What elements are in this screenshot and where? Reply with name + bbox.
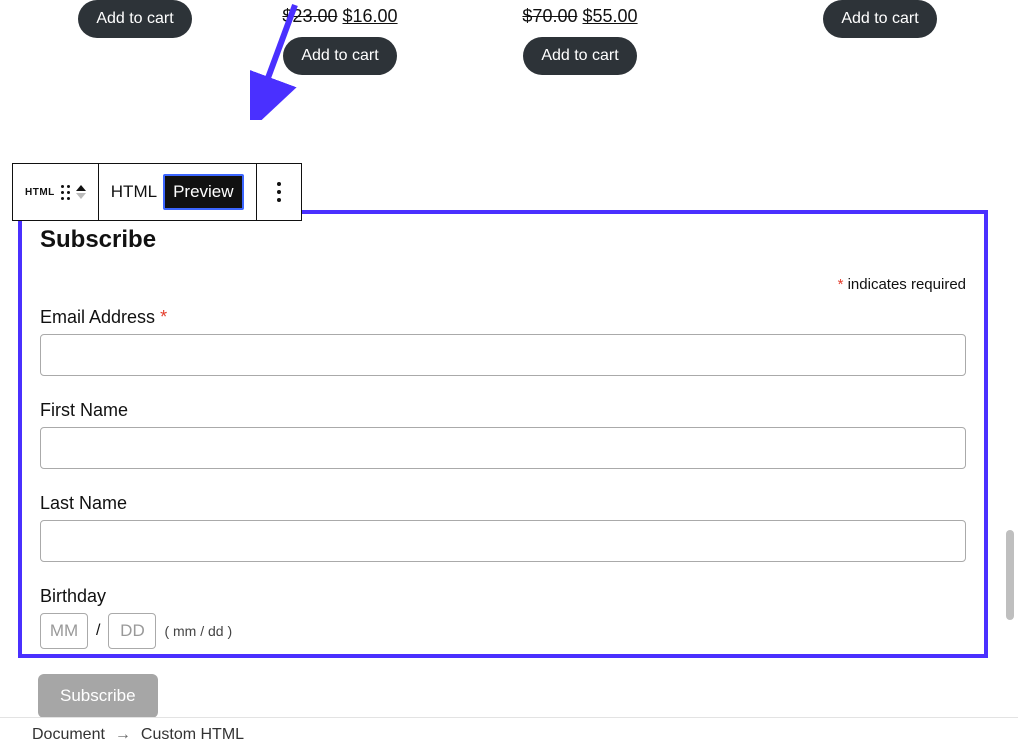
preview-tab[interactable]: Preview <box>163 174 243 210</box>
email-field[interactable] <box>40 334 966 376</box>
kebab-icon[interactable] <box>277 182 281 202</box>
block-toolbar: HTML HTML Preview <box>12 163 302 221</box>
price-new: $16.00 <box>343 6 398 26</box>
birthday-help: ( mm / dd ) <box>164 623 232 639</box>
indicates-required-text: indicates required <box>848 276 966 293</box>
last-name-field[interactable] <box>40 520 966 562</box>
add-to-cart-button[interactable]: Add to cart <box>78 0 191 38</box>
birthday-month-field[interactable] <box>40 613 88 649</box>
block-type-cell: HTML <box>13 164 99 220</box>
birthday-row: / ( mm / dd ) <box>40 613 966 649</box>
move-down-icon[interactable] <box>76 193 86 199</box>
price-old: $70.00 <box>522 6 577 26</box>
subscribe-button[interactable]: Subscribe <box>38 674 158 718</box>
indicates-required: * indicates required <box>40 276 966 293</box>
add-to-cart-button[interactable]: Add to cart <box>523 37 636 75</box>
vertical-scrollbar[interactable] <box>1004 0 1016 752</box>
first-name-field[interactable] <box>40 427 966 469</box>
breadcrumb-root[interactable]: Document <box>32 726 105 744</box>
birthday-day-field[interactable] <box>108 613 156 649</box>
add-to-cart-button[interactable]: Add to cart <box>823 0 936 38</box>
price-old: $23.00 <box>282 6 337 26</box>
first-name-label: First Name <box>40 400 966 421</box>
drag-handle-icon[interactable] <box>61 185 70 200</box>
add-to-cart-button[interactable]: Add to cart <box>283 37 396 75</box>
view-toggle-cell: HTML Preview <box>99 164 257 220</box>
email-label: Email Address * <box>40 307 966 328</box>
product-1: Add to cart <box>75 0 195 38</box>
product-4: Add to cart <box>820 0 940 38</box>
birthday-slash: / <box>96 622 100 640</box>
html-tab[interactable]: HTML <box>111 182 157 202</box>
product-3: $70.00 $55.00 Add to cart <box>520 0 640 75</box>
required-star-icon: * <box>838 276 844 293</box>
move-up-icon[interactable] <box>76 185 86 191</box>
product-price: $70.00 $55.00 <box>522 6 637 27</box>
subscribe-panel: Subscribe * indicates required Email Add… <box>18 210 988 658</box>
last-name-label: Last Name <box>40 493 966 514</box>
breadcrumb: Document → Custom HTML <box>0 717 1018 752</box>
product-2: $23.00 $16.00 Add to cart <box>280 0 400 75</box>
chevron-right-icon: → <box>115 726 131 744</box>
more-options-cell <box>257 164 301 220</box>
scrollbar-thumb[interactable] <box>1006 530 1014 620</box>
birthday-label: Birthday <box>40 586 966 607</box>
required-star-icon: * <box>160 307 167 327</box>
breadcrumb-current[interactable]: Custom HTML <box>141 726 244 744</box>
subscribe-title: Subscribe <box>40 226 966 254</box>
products-row: Add to cart $23.00 $16.00 Add to cart $7… <box>0 0 1018 75</box>
block-type-chip[interactable]: HTML <box>25 187 55 198</box>
price-new: $55.00 <box>583 6 638 26</box>
block-mover <box>76 185 86 199</box>
product-price: $23.00 $16.00 <box>282 6 397 27</box>
